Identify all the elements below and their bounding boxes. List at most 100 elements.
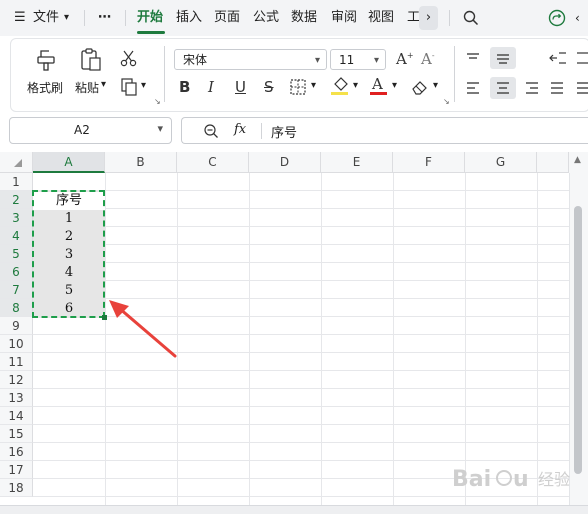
more-menu-button[interactable]: ⋯ (98, 0, 111, 36)
font-color-dropdown-icon[interactable]: ▾ (392, 80, 397, 91)
menu-bar: ☰ 文件 ▾ ⋯ 开始 插入 页面 公式 数据 审阅 视图 工 › ‹ (0, 0, 588, 36)
row-header-3[interactable]: 3 (0, 209, 33, 227)
indent-decrease-icon[interactable] (549, 51, 567, 65)
row-header-14[interactable]: 14 (0, 407, 33, 425)
row-header-18[interactable]: 18 (0, 479, 33, 497)
file-dropdown-icon[interactable]: ▾ (64, 0, 69, 36)
column-header-a[interactable]: A (33, 152, 105, 173)
zoom-icon[interactable] (203, 123, 219, 139)
row-header-4[interactable]: 4 (0, 227, 33, 245)
grid-line (537, 173, 538, 507)
row-header-2[interactable]: 2 (0, 191, 33, 209)
column-header-e[interactable]: E (321, 152, 393, 173)
align-middle-button[interactable] (490, 47, 516, 69)
font-expand-icon[interactable]: ↘ (443, 97, 450, 106)
font-name-select[interactable]: 宋体 ▾ (174, 49, 327, 70)
clipboard-expand-icon[interactable]: ↘ (154, 97, 161, 106)
italic-button[interactable]: I (208, 78, 214, 96)
scroll-right-icon[interactable]: ‹ (575, 0, 580, 36)
name-box[interactable]: A2 ▾ (9, 117, 172, 144)
svg-text:经验: 经验 (538, 470, 570, 489)
chevron-down-icon: ▾ (314, 55, 320, 66)
increase-font-size-icon[interactable]: A+ (396, 50, 414, 68)
column-header-c[interactable]: C (177, 152, 249, 173)
select-all-corner[interactable] (0, 152, 33, 173)
column-header-h-partial[interactable] (537, 152, 569, 173)
fill-color-icon[interactable] (332, 77, 350, 91)
column-header-d[interactable]: D (249, 152, 321, 173)
tab-data[interactable]: 数据 (291, 0, 317, 36)
eraser-icon[interactable] (411, 79, 429, 95)
tab-insert[interactable]: 插入 (176, 0, 202, 36)
tab-page[interactable]: 页面 (214, 0, 240, 36)
chevron-down-icon[interactable]: ▾ (157, 122, 163, 135)
row-header-11[interactable]: 11 (0, 353, 33, 371)
format-painter-label[interactable]: 格式刷 (27, 79, 63, 96)
grid-line (33, 190, 569, 191)
copy-dropdown-icon[interactable]: ▾ (141, 80, 146, 91)
grid-line (249, 173, 250, 507)
justify-icon[interactable] (549, 81, 565, 95)
tab-review[interactable]: 审阅 (331, 0, 357, 36)
baidu-watermark: Bai u 经验 (452, 462, 586, 498)
clear-dropdown-icon[interactable]: ▾ (433, 80, 438, 91)
align-left-icon[interactable] (465, 81, 481, 95)
row-header-16[interactable]: 16 (0, 443, 33, 461)
paste-label[interactable]: 粘贴 (75, 79, 99, 96)
cloud-sync-icon[interactable] (548, 9, 566, 27)
paste-dropdown-icon[interactable]: ▾ (101, 79, 106, 90)
decrease-font-size-icon[interactable]: A- (421, 50, 435, 68)
fx-button[interactable]: fx (234, 122, 246, 137)
row-header-8[interactable]: 8 (0, 299, 33, 317)
menu-file[interactable]: 文件 (33, 0, 59, 36)
tab-view[interactable]: 视图 (368, 0, 394, 36)
row-header-10[interactable]: 10 (0, 335, 33, 353)
row-header-13[interactable]: 13 (0, 389, 33, 407)
menu-icon[interactable]: ☰ (14, 0, 26, 36)
underline-button[interactable]: U (235, 78, 246, 96)
align-top-icon[interactable] (465, 51, 481, 65)
align-center-button[interactable] (490, 77, 516, 99)
indent-increase-icon[interactable] (576, 51, 588, 65)
scroll-up-icon[interactable]: ▲ (574, 155, 581, 165)
grid-line (33, 226, 569, 227)
formula-input[interactable]: 序号 (271, 122, 297, 141)
row-header-15[interactable]: 15 (0, 425, 33, 443)
cut-icon[interactable] (120, 50, 137, 67)
copy-icon[interactable] (121, 78, 138, 96)
grid-line (33, 244, 569, 245)
row-header-12[interactable]: 12 (0, 371, 33, 389)
align-center-icon (497, 82, 509, 94)
font-color-button[interactable]: A (372, 75, 383, 93)
fill-color-swatch (331, 92, 348, 95)
paste-icon[interactable] (79, 47, 103, 73)
row-header-6[interactable]: 6 (0, 263, 33, 281)
scrollbar-thumb[interactable] (574, 206, 582, 474)
corner-triangle-icon (14, 159, 22, 167)
copy-marquee (32, 190, 105, 318)
font-size-value: 11 (339, 53, 355, 67)
row-header-1[interactable]: 1 (0, 173, 33, 191)
distributed-align-icon[interactable] (576, 81, 588, 95)
column-header-g[interactable]: G (465, 152, 537, 173)
column-header-b[interactable]: B (105, 152, 177, 173)
borders-icon[interactable] (290, 79, 306, 95)
grid-line (33, 280, 569, 281)
row-header-9[interactable]: 9 (0, 317, 33, 335)
fill-color-dropdown-icon[interactable]: ▾ (353, 80, 358, 91)
column-header-f[interactable]: F (393, 152, 465, 173)
row-header-7[interactable]: 7 (0, 281, 33, 299)
borders-dropdown-icon[interactable]: ▾ (311, 80, 316, 91)
format-painter-icon[interactable] (35, 48, 57, 72)
strikethrough-button[interactable]: S (264, 78, 274, 96)
search-icon[interactable] (463, 10, 479, 26)
grid-line (33, 208, 569, 209)
chevron-right-icon[interactable]: › (419, 6, 438, 30)
bold-button[interactable]: B (179, 78, 190, 96)
font-size-select[interactable]: 11 ▾ (330, 49, 386, 70)
grid-line (33, 370, 569, 371)
row-header-5[interactable]: 5 (0, 245, 33, 263)
tab-formula[interactable]: 公式 (253, 0, 279, 36)
align-right-icon[interactable] (524, 81, 540, 95)
row-header-17[interactable]: 17 (0, 461, 33, 479)
